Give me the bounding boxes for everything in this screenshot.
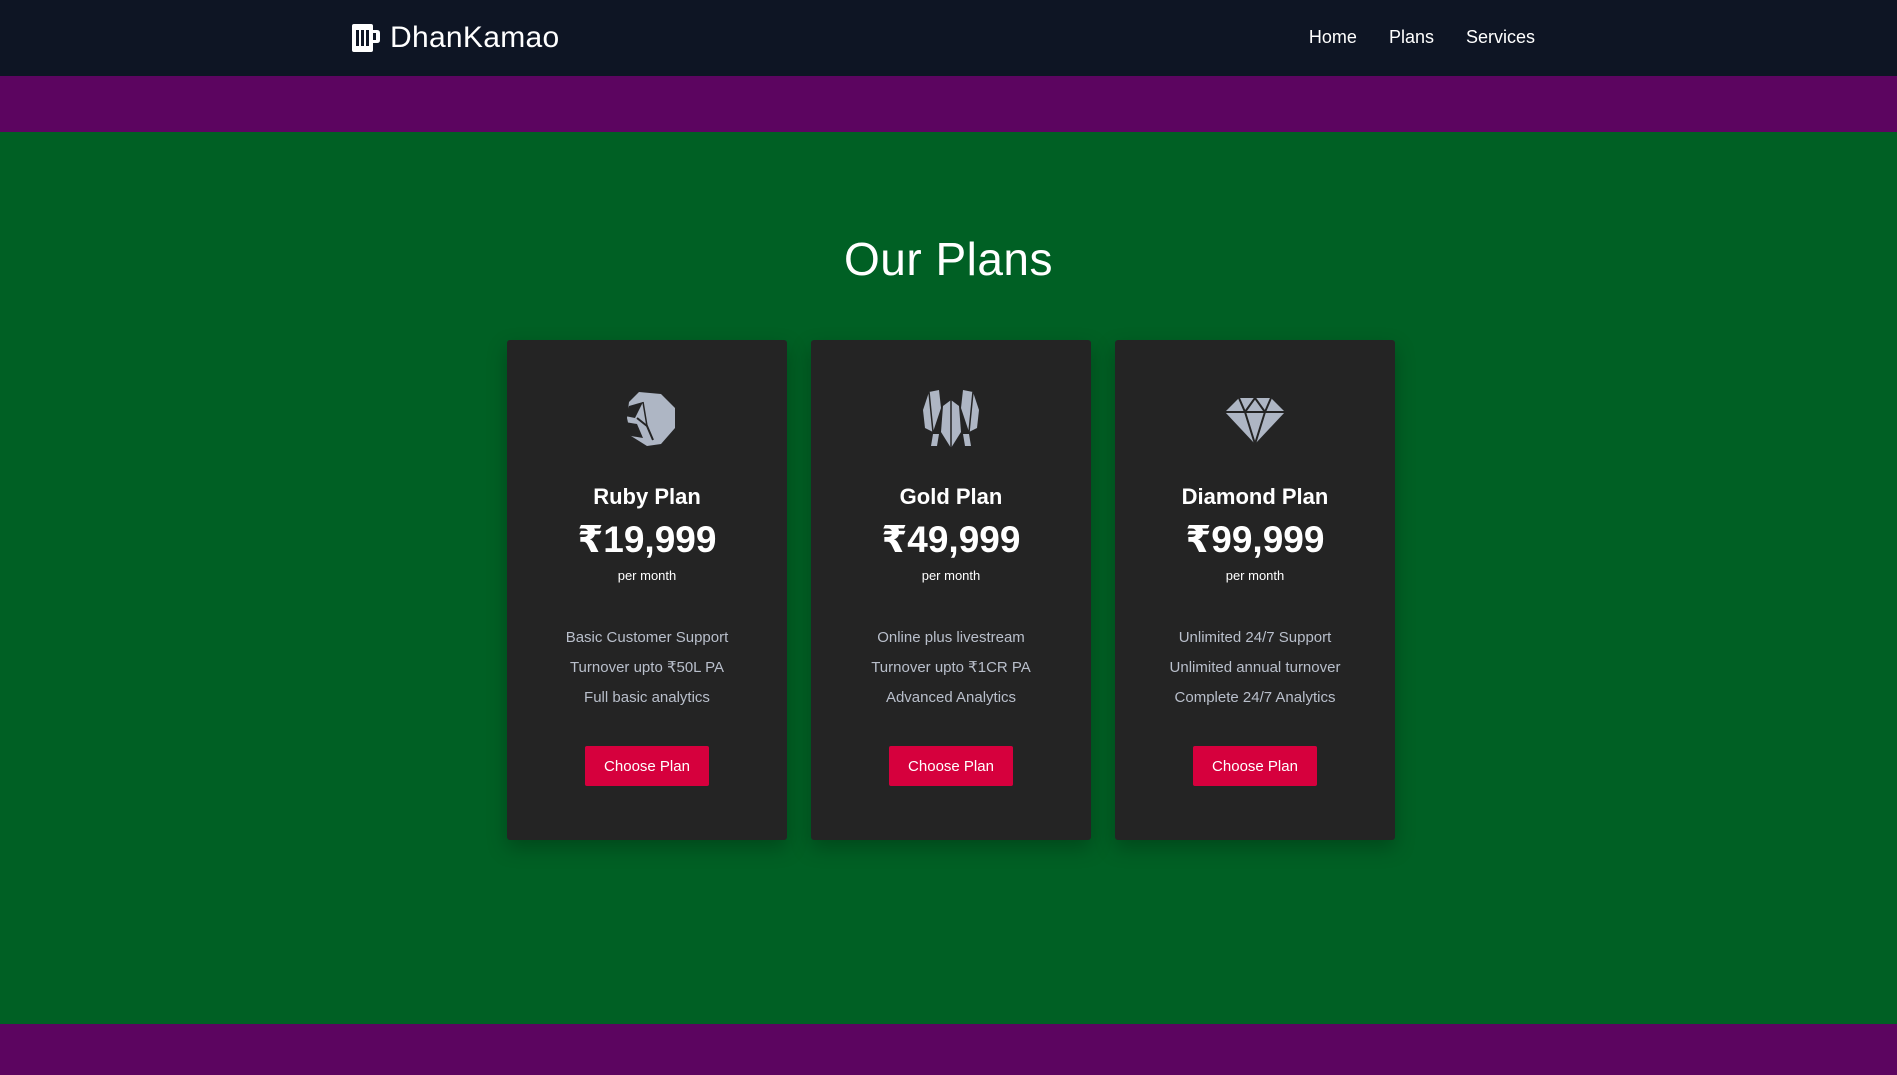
plan-name: Ruby Plan bbox=[593, 484, 701, 509]
feature-list: Basic Customer Support Turnover upto ₹50… bbox=[507, 623, 787, 713]
choose-plan-button[interactable]: Choose Plan bbox=[1193, 746, 1317, 786]
feature-item: Full basic analytics bbox=[584, 689, 710, 706]
feature-list: Online plus livestream Turnover upto ₹1C… bbox=[811, 623, 1091, 713]
plan-card-ruby: Ruby Plan ₹19,999 per month Basic Custom… bbox=[507, 340, 787, 840]
mug-icon bbox=[352, 24, 380, 52]
brand-name: DhanKamao bbox=[390, 21, 560, 54]
feature-item: Online plus livestream bbox=[877, 629, 1025, 646]
plan-price: ₹49,999 bbox=[881, 519, 1021, 560]
nav-link-home[interactable]: Home bbox=[1309, 27, 1357, 48]
navbar: DhanKamao Home Plans Services bbox=[0, 0, 1897, 76]
gold-nuggets-icon bbox=[921, 388, 981, 450]
feature-item: Basic Customer Support bbox=[565, 629, 729, 646]
nav-links: Home Plans Services bbox=[1309, 22, 1535, 52]
brand-logo[interactable]: DhanKamao bbox=[352, 18, 559, 58]
plan-period: per month bbox=[1225, 568, 1285, 583]
nav-link-services[interactable]: Services bbox=[1466, 27, 1535, 48]
plan-cards: Ruby Plan ₹19,999 per month Basic Custom… bbox=[507, 340, 1395, 840]
purple-band-bottom bbox=[0, 1024, 1897, 1075]
ruby-gem-icon bbox=[617, 388, 677, 450]
section-title: Our Plans bbox=[843, 233, 1054, 285]
plan-name: Gold Plan bbox=[899, 484, 1003, 509]
feature-item: Turnover upto ₹50L PA bbox=[569, 659, 725, 676]
purple-band-top bbox=[0, 76, 1897, 132]
nav-link-plans[interactable]: Plans bbox=[1389, 27, 1434, 48]
choose-plan-button[interactable]: Choose Plan bbox=[889, 746, 1013, 786]
plan-period: per month bbox=[617, 568, 677, 583]
plan-card-diamond: Diamond Plan ₹99,999 per month Unlimited… bbox=[1115, 340, 1395, 840]
feature-list: Unlimited 24/7 Support Unlimited annual … bbox=[1115, 623, 1395, 713]
plan-price: ₹99,999 bbox=[1185, 519, 1325, 560]
feature-item: Advanced Analytics bbox=[885, 689, 1017, 706]
feature-item: Turnover upto ₹1CR PA bbox=[871, 659, 1031, 676]
plan-name: Diamond Plan bbox=[1181, 484, 1329, 509]
plan-card-gold: Gold Plan ₹49,999 per month Online plus … bbox=[811, 340, 1091, 840]
choose-plan-button[interactable]: Choose Plan bbox=[585, 746, 709, 786]
plan-price: ₹19,999 bbox=[577, 519, 717, 560]
feature-item: Complete 24/7 Analytics bbox=[1174, 689, 1336, 706]
diamond-icon bbox=[1225, 388, 1285, 450]
feature-item: Unlimited annual turnover bbox=[1169, 659, 1341, 676]
plans-section: Our Plans Ruby Plan ₹19,999 per month Ba… bbox=[0, 132, 1897, 1024]
feature-item: Unlimited 24/7 Support bbox=[1178, 629, 1332, 646]
plan-period: per month bbox=[921, 568, 981, 583]
